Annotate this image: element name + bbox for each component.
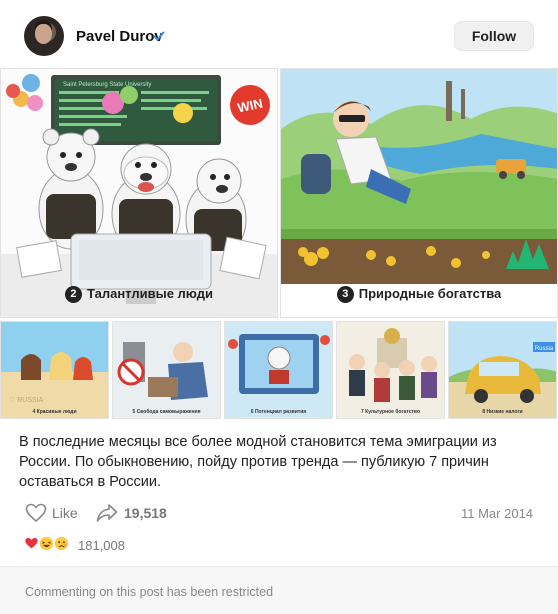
post-image-talented-people[interactable]: Saint Petersburg State University WIN 2 …: [0, 68, 278, 318]
post-text: В последние месяцы все более модной стан…: [19, 434, 497, 490]
illustration-car: Russia: [449, 322, 556, 418]
university-board-text: Saint Petersburg State University: [63, 82, 151, 88]
illustration-beach: ♡ RUSSIA: [1, 322, 108, 418]
thumbnail-beautiful-people[interactable]: ♡ RUSSIA 4 Красивые люди: [0, 321, 109, 419]
share-icon[interactable]: [96, 503, 118, 523]
sad-reaction-icon: [53, 535, 70, 552]
heart-icon[interactable]: [25, 503, 47, 523]
like-button[interactable]: Like: [52, 505, 78, 521]
thumbnail-caption: 5 Свобода самовыражения: [132, 409, 201, 415]
comments-section: Commenting on this post has been restric…: [0, 566, 558, 614]
svg-text:♡ RUSSIA: ♡ RUSSIA: [9, 396, 44, 404]
avatar[interactable]: [24, 16, 64, 56]
comments-restricted-notice: Commenting on this post has been restric…: [25, 585, 274, 599]
illustration-bears: Saint Petersburg State University WIN: [1, 69, 277, 317]
post-image-natural-resources[interactable]: 3 Природные богатства: [280, 68, 558, 318]
illustration-tv: [225, 322, 332, 418]
thumbnail-caption: 7 Культурное богатство: [360, 409, 420, 415]
post-actions: Like 19,518 11 Mar 2014: [0, 500, 558, 528]
follow-button[interactable]: Follow: [454, 21, 534, 51]
thumbnail-caption: 6 Потенциал развития: [250, 409, 307, 415]
share-count[interactable]: 19,518: [124, 505, 167, 521]
illustration-landscape: [281, 69, 557, 317]
thumbnail-caption: 8 Низкие налоги: [482, 409, 523, 415]
image-caption: 3 Природные богатства: [281, 286, 557, 303]
illustration-protest: [113, 322, 220, 418]
thumbnail-low-taxes[interactable]: Russia 8 Низкие налоги: [448, 321, 557, 419]
author-name[interactable]: Pavel Durov: [76, 28, 163, 45]
thumbnail-caption: 4 Красивые люди: [32, 409, 77, 415]
reaction-count[interactable]: 181,008: [78, 538, 125, 553]
post-header: Pavel Durov Follow: [0, 0, 558, 68]
verified-icon: [153, 31, 165, 41]
thumbnail-freedom-of-expression[interactable]: 5 Свобода самовыражения: [112, 321, 221, 419]
illustration-culture: [337, 322, 444, 418]
road-sign-text: Russia: [535, 346, 554, 352]
thumbnail-development-potential[interactable]: 6 Потенциал развития: [224, 321, 333, 419]
image-caption: 2 Талантливые люди: [1, 286, 277, 303]
thumbnail-cultural-wealth[interactable]: 7 Культурное богатство: [336, 321, 445, 419]
post-date[interactable]: 11 Mar 2014: [461, 506, 533, 521]
